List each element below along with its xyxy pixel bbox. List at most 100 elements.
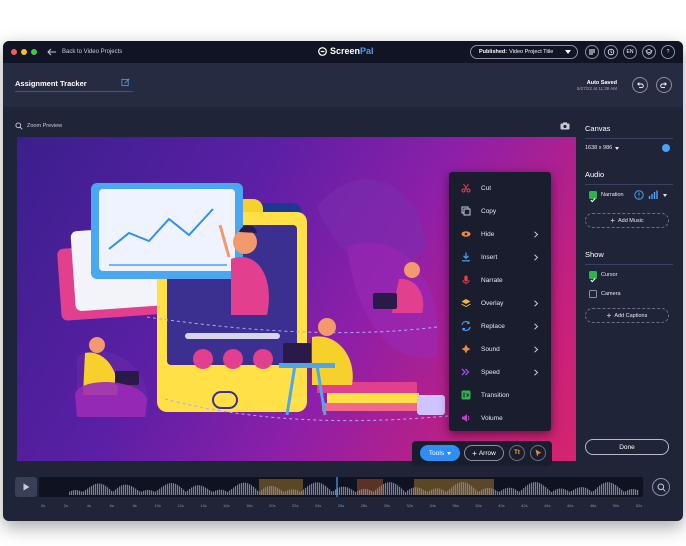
history-button[interactable] <box>604 45 618 59</box>
waveform-bar <box>619 488 621 495</box>
scissors-icon <box>461 183 471 193</box>
text-tool-button[interactable]: Tt <box>509 445 525 461</box>
camera-icon[interactable] <box>560 122 570 130</box>
info-icon[interactable] <box>634 190 644 200</box>
waveform-bar <box>287 490 289 495</box>
waveform-bar <box>261 489 263 495</box>
audio-waveform <box>69 477 639 497</box>
menu-item-label: Transition <box>481 391 510 399</box>
timeline-tick: 50s <box>612 503 620 508</box>
waveform-bar <box>75 489 77 495</box>
tools-dropdown-button[interactable]: Tools <box>420 445 460 461</box>
waveform-bar <box>349 488 351 495</box>
menu-item-hide[interactable]: Hide <box>449 223 551 245</box>
menu-item-sound[interactable]: Sound <box>449 338 551 360</box>
publish-dropdown[interactable]: Published: Video Project Title <box>470 45 578 59</box>
waveform-bar <box>333 490 335 495</box>
menu-item-speed[interactable]: Speed <box>449 361 551 383</box>
logo-icon <box>318 46 327 56</box>
menu-item-replace[interactable]: Replace <box>449 315 551 337</box>
waveform-bar <box>297 490 299 495</box>
menu-item-cut[interactable]: Cut <box>449 177 551 199</box>
waveform-bar <box>283 491 285 495</box>
waveform-bar <box>131 486 133 495</box>
edit-icon[interactable] <box>121 78 130 87</box>
close-window-button[interactable] <box>11 49 17 55</box>
language-button[interactable]: EN <box>623 45 637 59</box>
waveform-bar <box>105 485 107 495</box>
waveform-bar <box>199 485 201 495</box>
waveform-bar <box>155 491 157 495</box>
back-label: Back to Video Projects <box>62 49 123 55</box>
add-music-button[interactable]: + Add Music <box>585 213 669 228</box>
zoom-preview-button[interactable]: Zoom Preview <box>15 122 62 130</box>
waveform-bar <box>275 486 277 495</box>
add-captions-button[interactable]: + Add Captions <box>585 308 669 323</box>
waveform-bar <box>181 487 183 495</box>
waveform-bar <box>99 483 101 495</box>
menu-item-label: Volume <box>481 414 503 422</box>
waveform-bar <box>623 491 625 495</box>
waveform-bar <box>127 484 129 495</box>
waveform-bar <box>263 488 265 495</box>
speed-icon <box>461 368 470 376</box>
timeline-track[interactable] <box>39 477 643 497</box>
waveform-bar <box>365 488 367 495</box>
cursor-tool-button[interactable] <box>530 445 546 461</box>
menu-item-narrate[interactable]: Narrate <box>449 269 551 291</box>
audio-level-icon <box>648 190 658 199</box>
redo-button[interactable] <box>656 77 672 93</box>
zoom-preview-label: Zoom Preview <box>27 123 63 129</box>
chevron-down-icon[interactable] <box>663 194 667 197</box>
waveform-bar <box>191 487 193 495</box>
play-button[interactable] <box>15 477 37 497</box>
waveform-bar <box>161 487 163 495</box>
done-button[interactable]: Done <box>585 439 669 455</box>
waveform-bar <box>79 490 81 495</box>
narration-checkbox[interactable] <box>589 191 597 203</box>
add-arrow-button[interactable]: + Arrow <box>464 445 504 461</box>
maximize-window-button[interactable] <box>31 49 37 55</box>
menu-item-transition[interactable]: Transition <box>449 384 551 406</box>
cursor-checkbox[interactable] <box>589 271 597 283</box>
done-label: Done <box>619 443 635 451</box>
menu-item-copy[interactable]: Copy <box>449 200 551 222</box>
timeline-tick: 4s <box>86 503 91 508</box>
layers-button[interactable] <box>642 45 656 59</box>
canvas-color-swatch[interactable] <box>662 144 670 152</box>
waveform-bar <box>423 489 425 495</box>
minimize-window-button[interactable] <box>21 49 27 55</box>
waveform-bar <box>135 488 137 495</box>
captions-button[interactable] <box>585 45 599 59</box>
timeline-zoom-button[interactable] <box>652 478 670 496</box>
waveform-bar <box>477 491 479 495</box>
waveform-bar <box>449 489 451 495</box>
canvas-size-dropdown[interactable]: 1638 x 986 <box>585 145 620 151</box>
canvas-heading: Canvas <box>585 124 611 133</box>
timeline-tick: 14s <box>200 503 207 508</box>
waveform-bar <box>443 490 445 495</box>
waveform-bar <box>429 490 431 495</box>
undo-button[interactable] <box>632 77 648 93</box>
timeline-tick: 34s <box>429 503 436 508</box>
waveform-bar <box>629 489 631 495</box>
menu-item-overlay[interactable]: Overlay <box>449 292 551 314</box>
camera-checkbox[interactable] <box>589 290 597 298</box>
waveform-bar <box>461 482 463 495</box>
waveform-bar <box>583 487 585 495</box>
tools-bar: Tools + Arrow Tt <box>412 441 552 466</box>
waveform-bar <box>221 489 223 495</box>
help-button[interactable]: ? <box>661 45 675 59</box>
audio-heading: Audio <box>585 170 605 179</box>
project-title[interactable]: Assignment Tracker <box>15 79 87 88</box>
waveform-bar <box>157 490 159 495</box>
waveform-bar <box>277 487 279 495</box>
waveform-bar <box>397 485 399 495</box>
waveform-bar <box>71 490 73 495</box>
waveform-bar <box>249 484 251 495</box>
menu-item-insert[interactable]: Insert <box>449 246 551 268</box>
waveform-bar <box>559 488 561 495</box>
back-to-projects-link[interactable]: Back to Video Projects <box>47 46 122 58</box>
help-label: ? <box>666 49 670 55</box>
menu-item-volume[interactable]: Volume <box>449 407 551 429</box>
